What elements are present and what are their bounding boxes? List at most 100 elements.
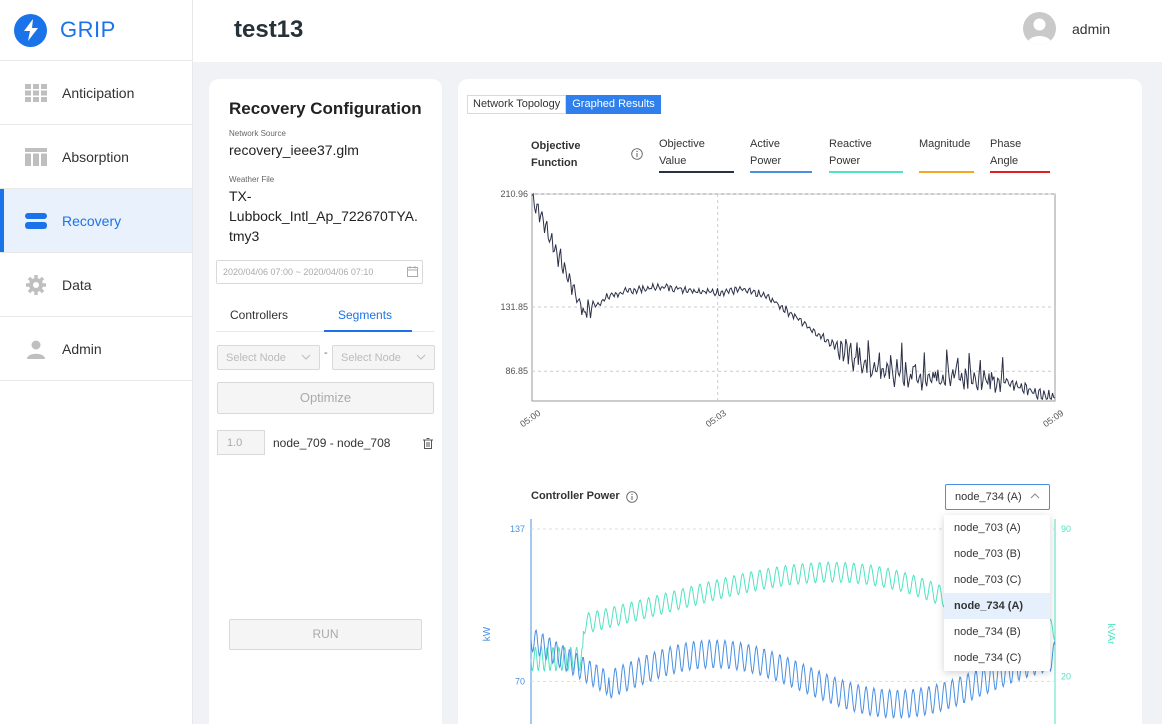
grid-icon [25,82,47,104]
top-header: test13 admin [193,0,1162,62]
node-separator: - [324,347,328,359]
sidebar-item-label: Admin [62,340,102,357]
node-option[interactable]: node_703 (A) [944,515,1050,541]
node-option[interactable]: node_703 (B) [944,541,1050,567]
controller-power-title: Controller Power [531,490,620,502]
chevron-down-icon [416,352,426,365]
node-option-selected[interactable]: node_734 (A) [944,593,1050,619]
segment-label: node_709 - node_708 [273,436,391,450]
plot-frame [531,193,1056,402]
y-right-tick-label: 20 [1061,672,1071,682]
legend-phase-angle[interactable]: Phase Angle [990,136,1021,170]
node-option[interactable]: node_734 (C) [944,645,1050,671]
y-right-tick-label: 90 [1061,524,1071,534]
objective-function-chart: 210.96 131.85 86.85 05:00 05:03 05:09 [500,189,1065,429]
legend-active-power[interactable]: Active Power [750,136,781,170]
page-title: test13 [234,16,304,43]
y-tick-label: 210.96 [500,189,528,199]
app-name: GRIP [60,17,116,42]
legend-swatch [829,171,903,173]
network-source-label: Network Source [229,129,286,138]
series-objective-value [531,192,1056,401]
run-button[interactable]: RUN [229,619,422,650]
database-icon [25,210,47,232]
legend-label: Phase [990,138,1022,150]
chevron-down-icon [301,352,311,365]
legend-label: Power [829,155,861,167]
sidebar: GRIP Anticipation Absorption Recovery Da… [0,0,193,724]
legend-label: Active [750,138,780,150]
weather-file-label: Weather File [229,175,275,184]
lightning-icon [14,13,47,47]
node-dropdown-menu: node_703 (A) node_703 (B) node_703 (C) n… [944,515,1050,671]
sidebar-item-recovery[interactable]: Recovery [0,189,192,253]
legend-swatch [990,171,1050,173]
node-select-dropdown[interactable]: node_734 (A) [945,484,1050,510]
legend-magnitude[interactable]: Magnitude [919,136,970,153]
y-left-tick-label: 70 [515,676,525,686]
legend-label: Reactive [829,138,872,150]
tab-ink-bar [324,330,412,332]
x-tick-label: 05:03 [704,408,728,429]
legend-label: Objective [659,138,705,150]
date-range-text: 2020/04/06 07:00 ~ 2020/04/06 07:10 [223,267,374,277]
select-node-placeholder: Select Node [341,352,401,364]
y-tick-label: 131.85 [500,302,528,312]
sidebar-item-label: Recovery [62,212,122,229]
select-node-end[interactable]: Select Node [332,345,435,370]
weather-file-value-line3: tmy3 [229,228,260,244]
legend-label: Angle [990,155,1019,167]
objective-function-title: Objective Function [531,138,581,172]
sidebar-item-admin[interactable]: Admin [0,317,192,381]
legend-label: Value [659,155,687,167]
x-tick-label: 05:00 [518,408,542,429]
sidebar-item-anticipation[interactable]: Anticipation [0,61,192,125]
y-tick-label: 86.85 [505,366,528,376]
network-source-value: recovery_ieee37.glm [229,142,359,158]
sidebar-item-label: Absorption [62,148,129,165]
legend-label: Magnitude [919,138,971,150]
results-tabs: Network Topology Graphed Results [467,95,661,114]
legend-reactive-power[interactable]: Reactive Power [829,136,872,170]
calendar-icon [407,266,418,279]
legend-objective-value[interactable]: Objective Value [659,136,705,170]
optimize-button[interactable]: Optimize [217,382,434,414]
select-node-start[interactable]: Select Node [217,345,320,370]
gear-icon [25,274,47,296]
tab-segments[interactable]: Segments [338,308,392,322]
legend-swatch [750,171,812,173]
sidebar-item-data[interactable]: Data [0,253,192,317]
legend-swatch [919,171,974,173]
selected-node: node_734 (A) [955,491,1022,503]
tab-network-topology[interactable]: Network Topology [467,95,567,114]
legend-label: Power [750,155,782,167]
sidebar-item-label: Anticipation [62,84,135,101]
objective-function-line2: Function [531,157,578,169]
weather-file-value-line1: TX- [229,188,252,204]
info-icon[interactable] [626,490,638,508]
weather-file-value-line2: Lubbock_Intl_Ap_722670TYA. [229,208,418,224]
y-left-axis-label: kW [482,626,493,641]
info-icon[interactable] [631,147,643,165]
recovery-config-panel: Recovery Configuration Network Source re… [209,79,442,724]
select-node-placeholder: Select Node [226,352,286,364]
segment-value-input[interactable]: 1.0 [217,430,265,455]
avatar[interactable] [1023,12,1056,45]
trash-icon[interactable] [423,436,433,454]
tab-controllers[interactable]: Controllers [230,308,288,322]
user-name[interactable]: admin [1072,21,1110,37]
y-left-tick-label: 137 [510,524,525,534]
sidebar-item-label: Data [62,276,92,293]
node-option[interactable]: node_703 (C) [944,567,1050,593]
legend-swatch [659,171,734,173]
sidebar-item-absorption[interactable]: Absorption [0,125,192,189]
table-icon [25,146,47,168]
tab-graphed-results[interactable]: Graphed Results [566,95,661,114]
x-tick-label: 05:09 [1041,408,1065,429]
node-option[interactable]: node_734 (B) [944,619,1050,645]
date-range-picker[interactable]: 2020/04/06 07:00 ~ 2020/04/06 07:10 [216,260,423,284]
y-right-axis-label: kVAr [1105,624,1116,646]
user-icon [25,338,47,360]
objective-function-line1: Objective [531,140,581,152]
app-logo[interactable]: GRIP [0,0,192,60]
